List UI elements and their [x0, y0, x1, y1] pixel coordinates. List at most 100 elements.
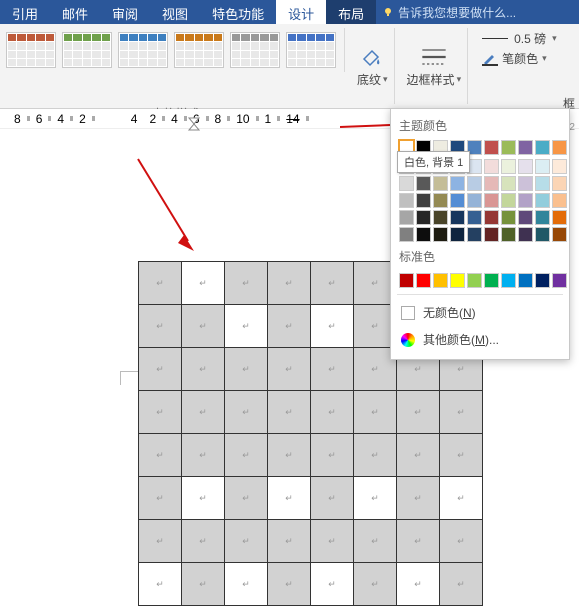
- color-swatch[interactable]: [518, 193, 533, 208]
- color-swatch[interactable]: [501, 159, 516, 174]
- color-swatch[interactable]: [467, 210, 482, 225]
- color-swatch[interactable]: [552, 159, 567, 174]
- border-style-button[interactable]: 边框样式▾: [401, 28, 469, 104]
- table-cell[interactable]: [139, 477, 182, 520]
- color-swatch[interactable]: [501, 273, 516, 288]
- color-swatch[interactable]: [518, 176, 533, 191]
- color-swatch[interactable]: [552, 140, 567, 155]
- table-cell[interactable]: [311, 563, 354, 606]
- table-cell[interactable]: [440, 391, 483, 434]
- table-cell[interactable]: [182, 563, 225, 606]
- table-cell[interactable]: [182, 262, 225, 305]
- tab-特色功能[interactable]: 特色功能: [200, 0, 276, 24]
- color-swatch[interactable]: [433, 273, 448, 288]
- table-cell[interactable]: [440, 434, 483, 477]
- color-swatch[interactable]: [535, 159, 550, 174]
- color-swatch[interactable]: [552, 227, 567, 242]
- color-swatch[interactable]: [450, 227, 465, 242]
- tab-邮件[interactable]: 邮件: [50, 0, 100, 24]
- color-swatch[interactable]: [484, 159, 499, 174]
- color-swatch[interactable]: [535, 176, 550, 191]
- color-swatch[interactable]: [433, 193, 448, 208]
- no-color-item[interactable]: 无颜色(N): [397, 299, 563, 326]
- table-style-thumb[interactable]: [230, 32, 280, 68]
- table-cell[interactable]: [139, 391, 182, 434]
- table-cell[interactable]: [225, 520, 268, 563]
- color-swatch[interactable]: [399, 210, 414, 225]
- table-cell[interactable]: [268, 391, 311, 434]
- color-swatch[interactable]: [501, 227, 516, 242]
- table-style-thumb[interactable]: [286, 32, 336, 68]
- table-styles-gallery[interactable]: 表格样式: [6, 28, 345, 104]
- table-cell[interactable]: [268, 520, 311, 563]
- color-swatch[interactable]: [535, 273, 550, 288]
- color-swatch[interactable]: [450, 193, 465, 208]
- color-swatch[interactable]: [535, 193, 550, 208]
- table-cell[interactable]: [311, 262, 354, 305]
- more-colors-item[interactable]: 其他颜色(M)...: [397, 326, 563, 353]
- color-swatch[interactable]: [552, 210, 567, 225]
- color-swatch[interactable]: [518, 227, 533, 242]
- table-cell[interactable]: [311, 391, 354, 434]
- table-cell[interactable]: [354, 563, 397, 606]
- table-cell[interactable]: [139, 520, 182, 563]
- table-cell[interactable]: [182, 477, 225, 520]
- table-cell[interactable]: [268, 305, 311, 348]
- color-swatch[interactable]: [518, 210, 533, 225]
- color-swatch[interactable]: [416, 210, 431, 225]
- color-swatch[interactable]: [416, 227, 431, 242]
- table-cell[interactable]: [139, 305, 182, 348]
- color-swatch[interactable]: [535, 227, 550, 242]
- tab-视图[interactable]: 视图: [150, 0, 200, 24]
- color-swatch[interactable]: [518, 140, 533, 155]
- table-cell[interactable]: [139, 434, 182, 477]
- table-cell[interactable]: [182, 305, 225, 348]
- table-cell[interactable]: [225, 262, 268, 305]
- table-cell[interactable]: [268, 262, 311, 305]
- color-swatch[interactable]: [416, 176, 431, 191]
- color-swatch[interactable]: [467, 227, 482, 242]
- color-swatch[interactable]: [450, 210, 465, 225]
- table-style-thumb[interactable]: [6, 32, 56, 68]
- color-swatch[interactable]: [484, 193, 499, 208]
- border-width-selector[interactable]: 0.5 磅 ▾: [482, 30, 557, 47]
- color-swatch[interactable]: [535, 140, 550, 155]
- table-cell[interactable]: [182, 434, 225, 477]
- color-swatch[interactable]: [433, 210, 448, 225]
- table-cell[interactable]: [311, 434, 354, 477]
- color-swatch[interactable]: [552, 193, 567, 208]
- table-cell[interactable]: [225, 305, 268, 348]
- color-swatch[interactable]: [467, 193, 482, 208]
- table-cell[interactable]: [311, 348, 354, 391]
- color-swatch[interactable]: [484, 176, 499, 191]
- color-swatch[interactable]: [450, 273, 465, 288]
- table-cell[interactable]: [182, 520, 225, 563]
- table-cell[interactable]: [268, 477, 311, 520]
- color-swatch[interactable]: [399, 176, 414, 191]
- color-swatch[interactable]: [484, 273, 499, 288]
- tab-审阅[interactable]: 审阅: [100, 0, 150, 24]
- color-swatch[interactable]: [484, 210, 499, 225]
- color-swatch[interactable]: [399, 193, 414, 208]
- table-cell[interactable]: [182, 391, 225, 434]
- color-swatch[interactable]: [450, 176, 465, 191]
- table-cell[interactable]: [354, 477, 397, 520]
- table-style-thumb[interactable]: [118, 32, 168, 68]
- table-cell[interactable]: [397, 477, 440, 520]
- tab-引用[interactable]: 引用: [0, 0, 50, 24]
- table-cell[interactable]: [440, 563, 483, 606]
- color-swatch[interactable]: [501, 193, 516, 208]
- table-style-thumb[interactable]: [62, 32, 112, 68]
- color-swatch[interactable]: [501, 140, 516, 155]
- color-swatch[interactable]: [484, 140, 499, 155]
- color-swatch[interactable]: [501, 176, 516, 191]
- table-cell[interactable]: [397, 563, 440, 606]
- table-cell[interactable]: [182, 348, 225, 391]
- color-swatch[interactable]: [518, 273, 533, 288]
- color-swatch[interactable]: [433, 176, 448, 191]
- color-swatch[interactable]: [467, 176, 482, 191]
- table-cell[interactable]: [139, 563, 182, 606]
- table-cell[interactable]: [268, 434, 311, 477]
- color-swatch[interactable]: [484, 227, 499, 242]
- table-cell[interactable]: [225, 563, 268, 606]
